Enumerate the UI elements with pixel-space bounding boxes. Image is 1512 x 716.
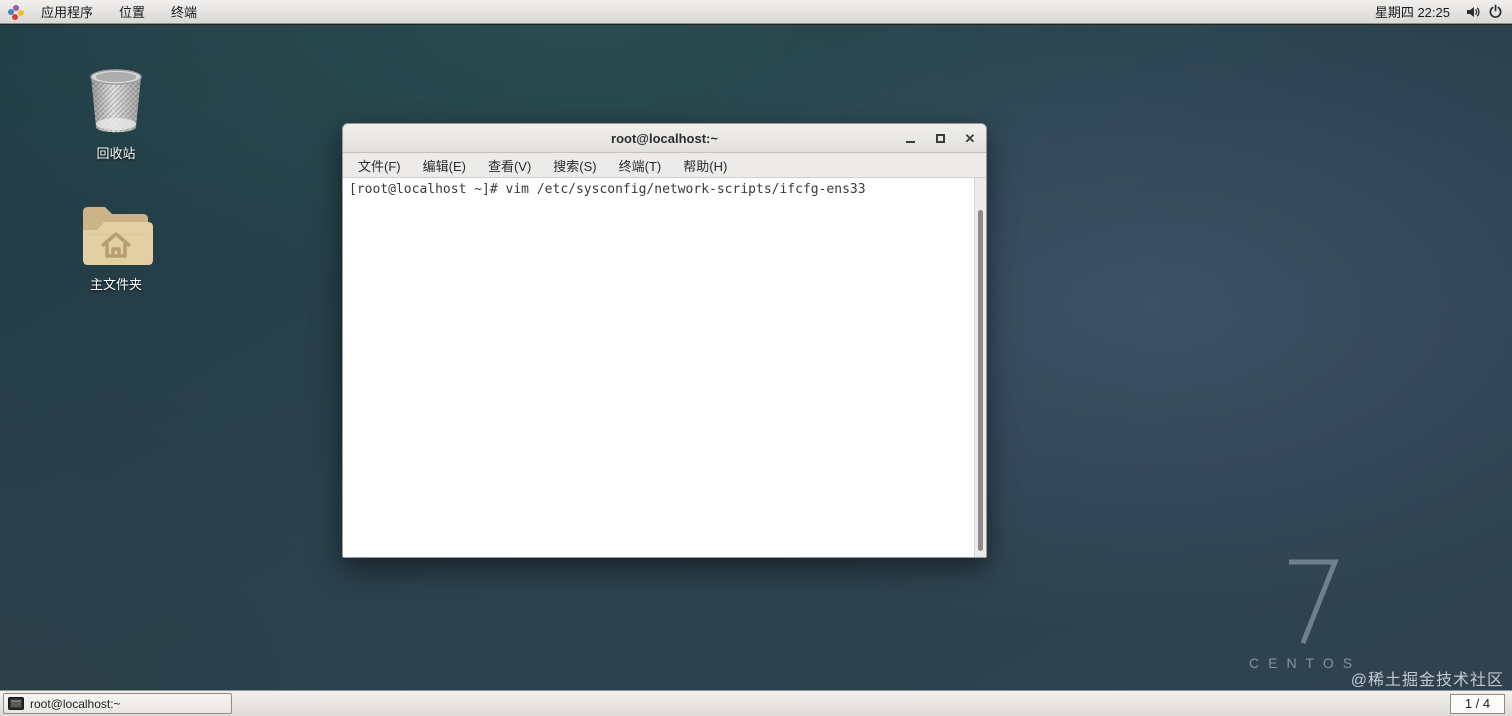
desktop-icon-home[interactable]: 主文件夹 bbox=[61, 200, 171, 294]
terminal-scrollbar[interactable] bbox=[974, 178, 986, 557]
terminal-task-icon bbox=[8, 697, 24, 710]
menu-places[interactable]: 位置 bbox=[108, 0, 156, 23]
scrollbar-thumb[interactable] bbox=[978, 210, 983, 551]
desktop: 回收站 主文件夹 CENTOS @稀土掘金技术社区 root@localhost… bbox=[0, 25, 1512, 690]
menu-search[interactable]: 搜索(S) bbox=[542, 153, 607, 178]
home-folder-icon bbox=[83, 207, 153, 265]
menu-view[interactable]: 查看(V) bbox=[477, 153, 542, 178]
power-icon[interactable] bbox=[1486, 3, 1504, 21]
panel-right: 星期四 22:25 bbox=[1365, 2, 1504, 21]
workspace-switcher[interactable]: 1 / 4 bbox=[1450, 693, 1505, 714]
close-icon: ✕ bbox=[964, 130, 976, 146]
terminal-menubar: 文件(F) 编辑(E) 查看(V) 搜索(S) 终端(T) 帮助(H) bbox=[343, 153, 986, 178]
clock[interactable]: 星期四 22:25 bbox=[1365, 2, 1460, 21]
taskbar-item-label: root@localhost:~ bbox=[30, 696, 121, 711]
home-folder-label: 主文件夹 bbox=[89, 277, 142, 292]
taskbar-item-terminal[interactable]: root@localhost:~ bbox=[3, 693, 232, 714]
close-button[interactable]: ✕ bbox=[962, 130, 978, 146]
centos-name-watermark: CENTOS bbox=[1249, 655, 1362, 671]
panel-left: 应用程序 位置 终端 bbox=[8, 0, 208, 23]
terminal-window: root@localhost:~ ✕ 文件(F) 编辑(E) 查看(V) 搜索(… bbox=[342, 123, 987, 558]
menu-applications[interactable]: 应用程序 bbox=[30, 0, 104, 23]
menu-file[interactable]: 文件(F) bbox=[347, 153, 412, 178]
menu-edit[interactable]: 编辑(E) bbox=[412, 153, 477, 178]
menu-help[interactable]: 帮助(H) bbox=[672, 153, 738, 178]
menu-terminal[interactable]: 终端(T) bbox=[608, 153, 673, 178]
menu-terminal[interactable]: 终端 bbox=[160, 0, 208, 23]
volume-icon[interactable] bbox=[1464, 3, 1482, 21]
terminal-titlebar[interactable]: root@localhost:~ ✕ bbox=[343, 124, 986, 153]
maximize-button[interactable] bbox=[932, 130, 948, 146]
trash-basket-icon bbox=[90, 69, 142, 133]
top-panel: 应用程序 位置 终端 星期四 22:25 bbox=[0, 0, 1512, 24]
terminal-prompt-line: [root@localhost ~]# vim /etc/sysconfig/n… bbox=[349, 182, 866, 197]
window-title: root@localhost:~ bbox=[611, 130, 718, 146]
taskbar: root@localhost:~ 1 / 4 bbox=[0, 690, 1512, 716]
community-watermark: @稀土掘金技术社区 bbox=[1350, 672, 1504, 689]
minimize-icon bbox=[905, 140, 915, 143]
trash-label: 回收站 bbox=[96, 146, 136, 161]
terminal-content-area[interactable]: [root@localhost ~]# vim /etc/sysconfig/n… bbox=[343, 178, 986, 557]
desktop-icon-trash[interactable]: 回收站 bbox=[61, 65, 171, 163]
maximize-icon bbox=[935, 133, 945, 143]
applications-icon bbox=[8, 4, 24, 20]
centos-7-watermark bbox=[1289, 559, 1339, 644]
desktop-screen: 应用程序 位置 终端 星期四 22:25 回收站 主文件夹 CENTOS @稀土… bbox=[0, 0, 1512, 716]
minimize-button[interactable] bbox=[902, 130, 918, 146]
window-controls: ✕ bbox=[902, 124, 978, 152]
